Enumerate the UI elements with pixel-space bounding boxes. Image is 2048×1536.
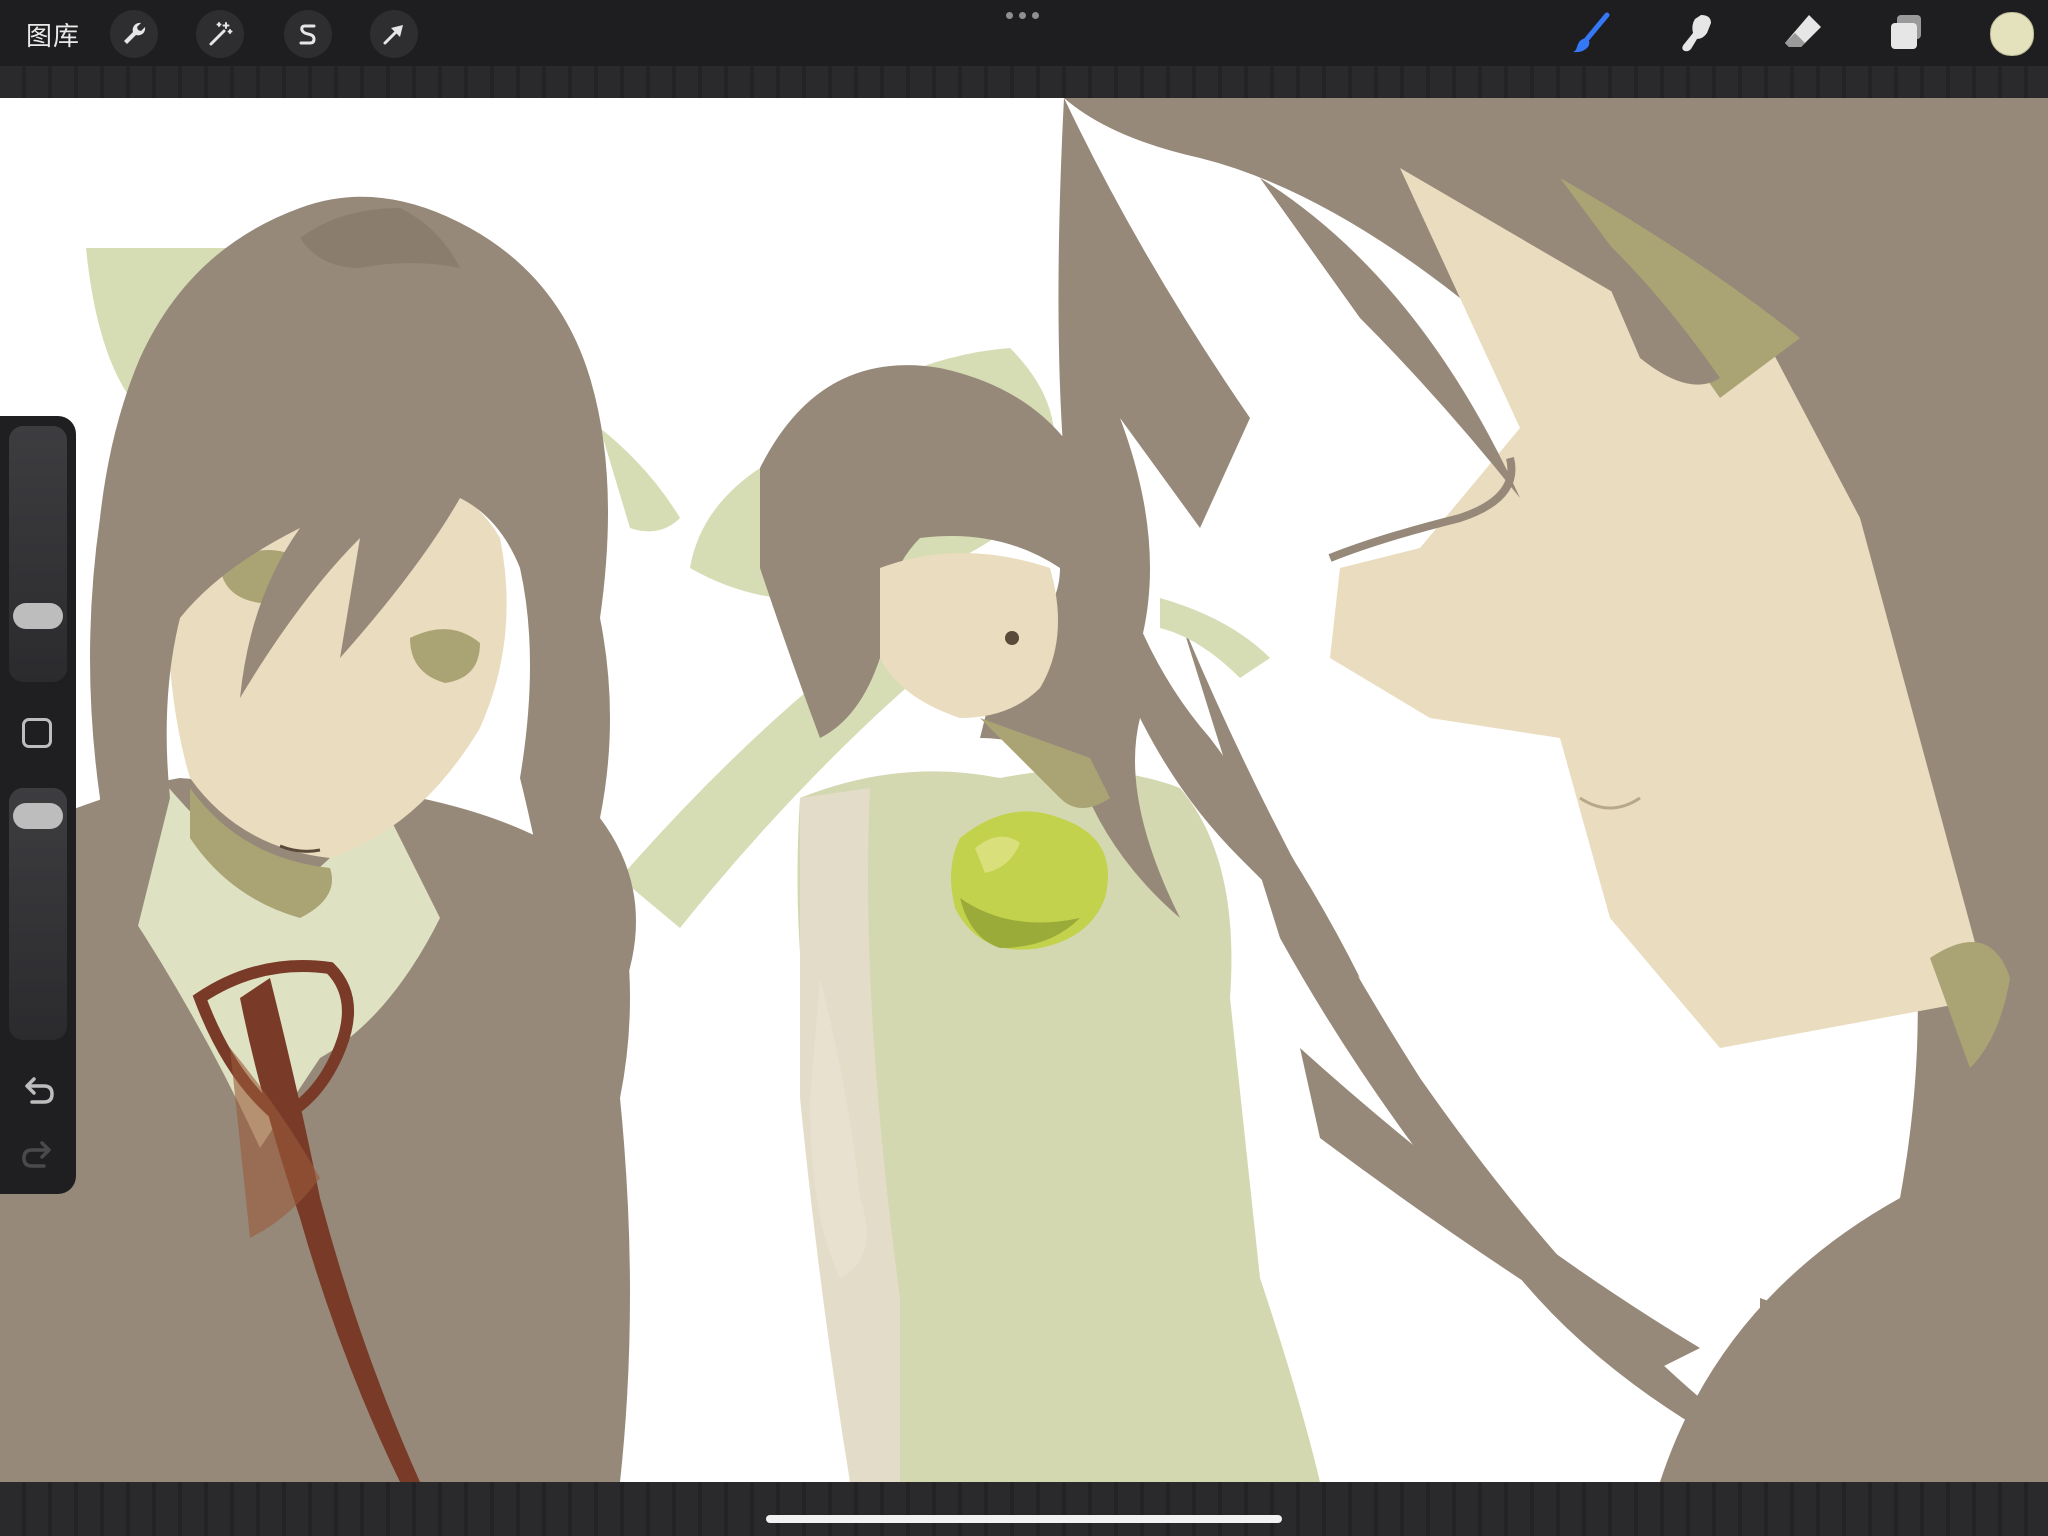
- selection-s-icon: [299, 24, 316, 45]
- eraser-tool-button[interactable]: [1778, 8, 1828, 58]
- brush-icon: [1573, 12, 1610, 53]
- color-picker-swatch[interactable]: [1990, 12, 2034, 56]
- opacity-slider-thumb[interactable]: [13, 802, 63, 829]
- brush-size-slider[interactable]: [9, 426, 67, 682]
- wrench-icon: [124, 22, 146, 44]
- magic-wand-icon: [209, 22, 233, 46]
- modify-square-icon[interactable]: [22, 718, 52, 748]
- smudge-tool-button[interactable]: [1672, 8, 1722, 58]
- dot: [1006, 12, 1013, 19]
- selection-button[interactable]: [284, 10, 332, 58]
- transform-button[interactable]: [370, 10, 418, 58]
- layers-icon: [1891, 15, 1921, 49]
- gallery-button[interactable]: 图库: [26, 16, 80, 53]
- actions-button[interactable]: [110, 10, 158, 58]
- brush-tool-button[interactable]: [1566, 8, 1616, 58]
- opacity-slider[interactable]: [9, 788, 67, 1040]
- home-indicator[interactable]: [766, 1515, 1282, 1523]
- artwork: [0, 98, 2048, 1482]
- eraser-icon: [1785, 15, 1821, 47]
- left-sidebar: [0, 416, 76, 1194]
- dot: [1019, 12, 1026, 19]
- drawing-canvas[interactable]: [0, 98, 2048, 1482]
- top-toolbar: 图库: [0, 0, 2048, 66]
- undo-icon[interactable]: [18, 1070, 58, 1110]
- top-ruler-strip: [0, 66, 2048, 98]
- dot: [1032, 12, 1039, 19]
- bottom-strip: [0, 1482, 2048, 1536]
- arrow-cursor-icon: [383, 25, 403, 45]
- layers-button[interactable]: [1882, 8, 1932, 58]
- more-options-dots[interactable]: [1006, 12, 1039, 19]
- smudge-icon: [1682, 15, 1711, 52]
- redo-icon[interactable]: [18, 1134, 58, 1174]
- brush-size-slider-thumb[interactable]: [13, 603, 63, 630]
- adjustments-button[interactable]: [196, 10, 244, 58]
